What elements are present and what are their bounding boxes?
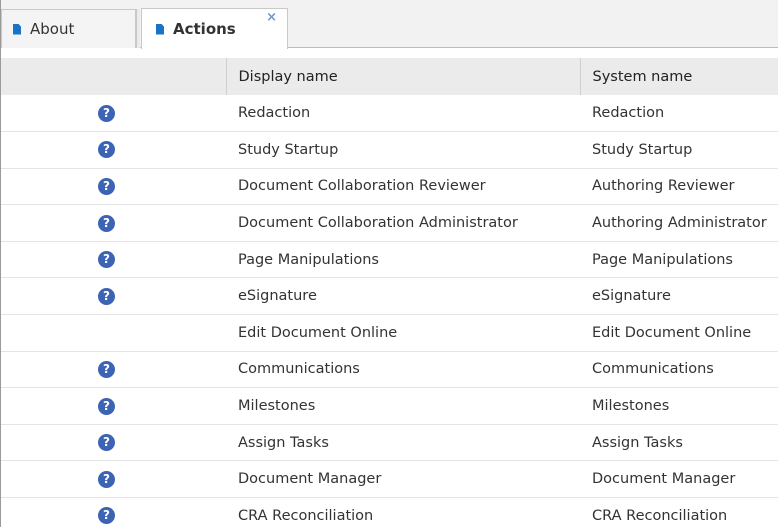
help-icon[interactable]: ?	[98, 287, 115, 305]
help-icon[interactable]: ?	[98, 177, 115, 195]
help-cell: ?	[1, 277, 226, 316]
display-name-cell: CRA Reconciliation	[226, 497, 580, 527]
table-row[interactable]: ? Assign Tasks Assign Tasks	[1, 424, 778, 462]
table-row[interactable]: Edit Document Online Edit Document Online	[1, 314, 778, 352]
display-name-cell: eSignature	[226, 277, 580, 316]
help-cell: ?	[1, 424, 226, 462]
display-name-cell: Milestones	[226, 387, 580, 425]
app-frame: About Actions × Display name System name…	[0, 0, 778, 527]
actions-table: Display name System name ? Redaction Redac…	[1, 58, 778, 527]
column-header-system-name[interactable]: System name	[579, 58, 778, 95]
actions-table-container: Display name System name ? Redaction Redac…	[1, 58, 778, 527]
system-name-cell: Study Startup	[580, 131, 778, 169]
help-icon[interactable]: ?	[98, 214, 115, 232]
table-row[interactable]: ? CRA Reconciliation CRA Reconciliation	[1, 497, 778, 527]
system-name-cell: eSignature	[580, 277, 778, 316]
document-icon	[13, 23, 21, 35]
help-cell: ?	[1, 131, 226, 169]
tab-separator	[136, 9, 140, 48]
system-name-cell: Redaction	[580, 95, 778, 133]
system-name-cell: Page Manipulations	[580, 241, 778, 279]
table-row[interactable]: ? Document Collaboration Administrator Aut…	[1, 204, 778, 242]
display-name-cell: Study Startup	[226, 131, 580, 169]
table-row[interactable]: ? Milestones Milestones	[1, 387, 778, 425]
column-header-icon	[1, 58, 226, 95]
table-row[interactable]: ? Redaction Redaction	[1, 95, 778, 133]
help-cell: ?	[1, 497, 226, 527]
system-name-cell: Milestones	[580, 387, 778, 425]
help-icon[interactable]: ?	[98, 434, 115, 452]
tab-about[interactable]: About	[1, 9, 136, 48]
display-name-cell: Edit Document Online	[226, 314, 580, 352]
table-row[interactable]: ? Study Startup Study Startup	[1, 131, 778, 169]
system-name-cell: CRA Reconciliation	[580, 497, 778, 527]
display-name-cell: Redaction	[226, 95, 580, 133]
tab-actions[interactable]: Actions ×	[141, 8, 288, 49]
system-name-cell: Assign Tasks	[580, 424, 778, 462]
help-cell	[1, 314, 226, 352]
table-row[interactable]: ? Communications Communications	[1, 351, 778, 389]
display-name-cell: Page Manipulations	[226, 241, 580, 279]
system-name-cell: Edit Document Online	[580, 314, 778, 352]
help-icon[interactable]: ?	[98, 251, 115, 269]
tab-actions-label: Actions	[173, 20, 236, 38]
display-name-cell: Document Manager	[226, 460, 580, 499]
tab-strip: About Actions ×	[1, 0, 778, 49]
help-icon[interactable]: ?	[98, 360, 115, 378]
help-cell: ?	[1, 168, 226, 206]
help-icon[interactable]: ?	[98, 141, 115, 159]
close-icon[interactable]: ×	[266, 11, 277, 24]
help-icon[interactable]: ?	[98, 470, 115, 488]
document-icon	[156, 23, 164, 35]
help-icon[interactable]: ?	[98, 104, 115, 122]
help-icon[interactable]: ?	[98, 397, 115, 415]
display-name-cell: Document Collaboration Reviewer	[226, 168, 580, 206]
table-row[interactable]: ? Document Manager Document Manager	[1, 460, 778, 499]
table-header-row: Display name System name	[1, 58, 778, 95]
table-row[interactable]: ? Document Collaboration Reviewer Authorin…	[1, 168, 778, 206]
help-cell: ?	[1, 204, 226, 242]
display-name-cell: Assign Tasks	[226, 424, 580, 462]
help-cell: ?	[1, 241, 226, 279]
system-name-cell: Authoring Reviewer	[580, 168, 778, 206]
system-name-cell: Communications	[580, 351, 778, 389]
system-name-cell: Document Manager	[580, 460, 778, 499]
display-name-cell: Document Collaboration Administrator	[226, 204, 580, 242]
table-row[interactable]: ? Page Manipulations Page Manipulations	[1, 241, 778, 279]
table-body: ? Redaction Redaction? Study Startup Study S…	[1, 95, 778, 527]
help-cell: ?	[1, 95, 226, 133]
help-cell: ?	[1, 387, 226, 425]
display-name-cell: Communications	[226, 351, 580, 389]
column-header-display-name[interactable]: Display name	[225, 58, 580, 95]
tab-about-label: About	[30, 20, 75, 38]
table-row[interactable]: ? eSignature eSignature	[1, 277, 778, 316]
help-cell: ?	[1, 460, 226, 499]
help-icon[interactable]: ?	[98, 507, 115, 525]
system-name-cell: Authoring Administrator	[580, 204, 778, 242]
help-cell: ?	[1, 351, 226, 389]
